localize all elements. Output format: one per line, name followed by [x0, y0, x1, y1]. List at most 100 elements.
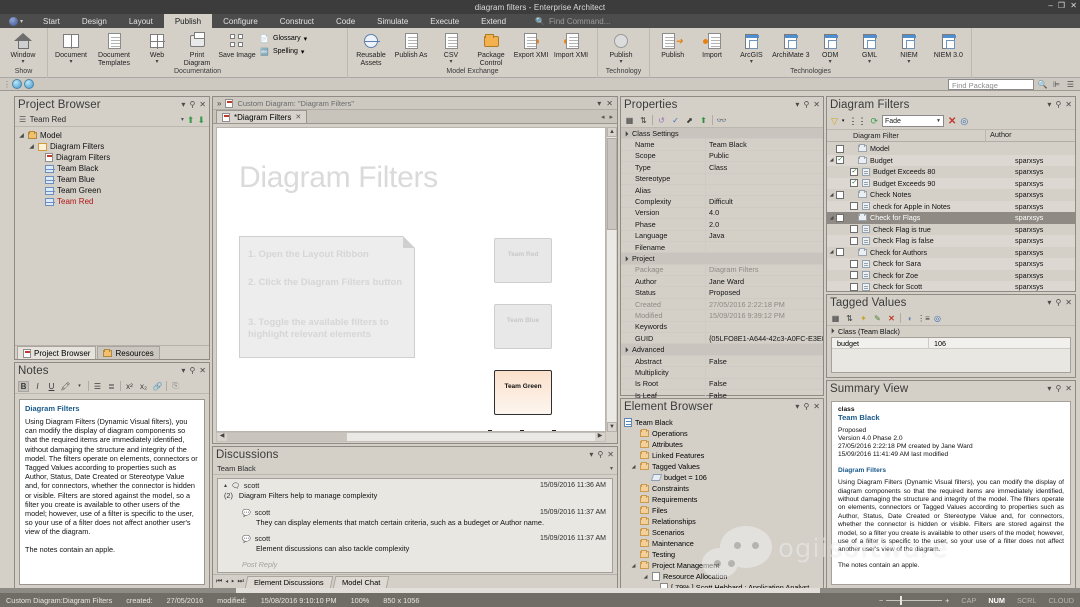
ribbon-button-niem30[interactable]: NIEM 3.0 [929, 29, 968, 60]
undo-icon[interactable]: ↺ [656, 115, 667, 126]
property-row-phase[interactable]: Phase 2.0 [621, 219, 823, 231]
diagram-element-team-green[interactable]: Team Green [494, 370, 552, 415]
property-value[interactable]: Team Black [705, 139, 823, 150]
property-row-alias[interactable]: Alias [621, 184, 823, 197]
eb-node-project-management[interactable]: ◢ Project Management [624, 560, 823, 571]
tab-code[interactable]: Code [325, 14, 366, 28]
menu-icon[interactable]: ☰ [19, 115, 26, 124]
find-command-box[interactable]: 🔍 Find Command... [535, 14, 610, 28]
chevron-down-icon[interactable]: ▾ [449, 59, 452, 65]
close-icon[interactable]: ✕ [813, 101, 820, 109]
tab-element-discussions[interactable]: Element Discussions [244, 575, 334, 589]
property-row-multiplicity[interactable]: Multiplicity [621, 367, 823, 379]
tagged-values-section[interactable]: Class (Team Black) [827, 326, 1075, 336]
chevron-down-icon[interactable]: ▾ [181, 101, 185, 109]
diagram-filters-rows[interactable]: Model ◢ Budget sparxsys Budget Exceeds 8… [827, 143, 1075, 291]
property-value[interactable]: 2.0 [705, 219, 823, 230]
tagged-value-row-budget[interactable]: budget 106 [832, 338, 1070, 349]
chevron-down-icon[interactable]: ▾ [74, 381, 85, 392]
edit-tag-icon[interactable]: ✎ [872, 313, 883, 324]
property-row-author[interactable]: Author Jane Ward [621, 276, 823, 288]
property-row-stereotype[interactable]: Stereotype [621, 173, 823, 185]
tab-resources[interactable]: Resources [97, 346, 160, 359]
zoom-out-icon[interactable]: − [879, 596, 883, 605]
sort-az-icon[interactable]: ⇅ [638, 115, 649, 126]
eb-node-tagged-values[interactable]: ◢ Tagged Values [624, 461, 823, 472]
filter-row-check-apple-notes[interactable]: check for Apple in Notes sparxsys [827, 200, 1075, 212]
paste-icon[interactable]: ◖ [904, 313, 915, 324]
eb-node-budget-tag[interactable]: budget = 106 [624, 472, 823, 483]
ribbon-button-spelling[interactable]: 🔤 Spelling ▾ [257, 45, 309, 58]
numbered-list-icon[interactable]: ≣ [106, 381, 117, 392]
chevron-down-icon[interactable]: ▾ [20, 18, 23, 25]
property-value[interactable]: Jane Ward [705, 276, 823, 287]
property-value[interactable]: Difficult [705, 196, 823, 207]
ribbon-button-technology-publish[interactable]: Publish ▾ [601, 29, 641, 65]
eb-node-testing[interactable]: Testing [624, 549, 823, 560]
nav-up-icon[interactable]: ⬆ [187, 115, 195, 124]
scroll-right-icon[interactable]: ▶ [595, 433, 605, 441]
scroll-left-icon[interactable]: ◀ [217, 433, 227, 441]
close-icon[interactable]: ✕ [1070, 2, 1077, 10]
chevron-down-icon[interactable]: ▾ [907, 59, 910, 65]
expander-icon[interactable]: ◢ [827, 157, 836, 163]
close-icon[interactable]: ✕ [607, 451, 614, 459]
checkbox[interactable] [850, 178, 858, 188]
property-value[interactable]: Java [705, 230, 823, 241]
insert-icon[interactable]: ⎘ [170, 381, 181, 392]
chevron-down-icon[interactable]: ▾ [1047, 299, 1051, 307]
property-row-keywords[interactable]: Keywords [621, 321, 823, 334]
property-value[interactable]: False [705, 378, 823, 389]
discussions-list[interactable]: ▴ 🗨 scott 15/09/2016 11:36 AM (2) Diagra… [217, 478, 613, 573]
filter-row-check-flag-true[interactable]: Check Flag is true sparxsys [827, 224, 1075, 236]
tree-node-team-blue[interactable]: Team Blue [18, 174, 209, 185]
diagram-horizontal-scrollbar[interactable]: ◀ ▶ [216, 432, 606, 442]
property-row-abstract[interactable]: Abstract False [621, 355, 823, 368]
ribbon-button-document-templates[interactable]: Document Templates [91, 29, 137, 67]
checkbox[interactable] [850, 271, 858, 280]
chevron-down-icon[interactable]: ▾ [597, 99, 601, 108]
diagram-vertical-scrollbar[interactable]: ▲ ▼ [606, 127, 617, 432]
discussions-context-row[interactable]: Team Black ▾ [213, 463, 617, 475]
property-value[interactable]: Proposed [705, 287, 823, 298]
pin-icon[interactable]: ⚲ [597, 451, 603, 459]
property-row-language[interactable]: Language Java [621, 230, 823, 242]
close-icon[interactable]: ✕ [1065, 101, 1072, 109]
expander-icon[interactable]: ◢ [827, 249, 836, 255]
pin-icon[interactable]: ⚲ [803, 403, 809, 411]
property-value[interactable]: {05LFO8E1-A644-42c3-A0FC-E3E8C780... [705, 333, 823, 344]
tab-execute[interactable]: Execute [419, 14, 470, 28]
expander-icon[interactable]: ◢ [28, 143, 35, 150]
tab-construct[interactable]: Construct [269, 14, 325, 28]
post-reply-link[interactable]: Post Reply [218, 558, 612, 571]
zoom-track[interactable] [886, 595, 943, 605]
property-row-version[interactable]: Version 4.0 [621, 207, 823, 220]
filter-row-check-for-sara[interactable]: Check for Sara sparxsys [827, 258, 1075, 270]
property-value[interactable] [705, 367, 823, 378]
checkbox[interactable] [836, 155, 844, 165]
ribbon-button-archimate[interactable]: ArchiMate 3 [771, 29, 810, 60]
eb-node-attributes[interactable]: Attributes [624, 439, 823, 450]
chevron-down-icon[interactable]: ▾ [795, 101, 799, 109]
tab-design[interactable]: Design [71, 14, 118, 28]
close-icon[interactable]: ✕ [813, 403, 820, 411]
notes-icon[interactable]: ⋮≡ [917, 313, 930, 324]
scroll-up-icon[interactable]: ▲ [607, 127, 617, 137]
scroll-thumb[interactable] [227, 433, 347, 441]
nav-down-icon[interactable]: ⬇ [197, 115, 205, 124]
expander-icon[interactable]: ◢ [642, 574, 649, 580]
diagram-canvas[interactable]: Diagram Filters 1. Open the Layout Ribbo… [216, 127, 606, 432]
ribbon-button-save-image[interactable]: Save Image [217, 29, 257, 60]
application-menu-button[interactable]: ▾ [0, 14, 32, 28]
subscript-icon[interactable]: x₂ [138, 381, 149, 392]
tab-next-icon[interactable]: ▸ [609, 113, 613, 121]
check-icon[interactable]: ✓ [670, 115, 681, 126]
chevron-down-icon[interactable]: ▾ [304, 35, 308, 43]
property-row-name[interactable]: Name Team Black [621, 139, 823, 151]
tab-start[interactable]: Start [32, 14, 71, 28]
chevron-down-icon[interactable]: ▾ [842, 118, 845, 124]
property-row-status[interactable]: Status Proposed [621, 287, 823, 299]
ribbon-button-window[interactable]: Window ▾ [3, 29, 43, 65]
back-icon[interactable] [12, 79, 22, 89]
discussion-item-root[interactable]: ▴ 🗨 scott 15/09/2016 11:36 AM (2) Diagra… [218, 479, 612, 502]
